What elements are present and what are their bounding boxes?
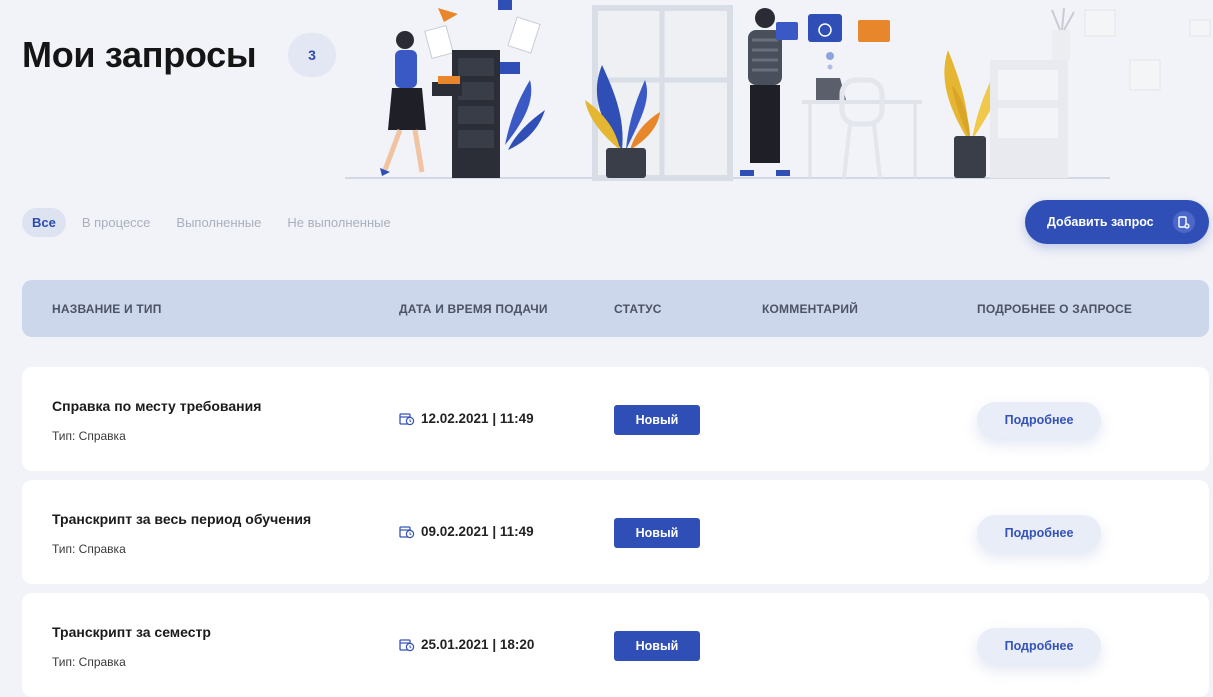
tab-completed[interactable]: Выполненные (166, 208, 271, 237)
request-datetime-text: 12.02.2021 | 11:49 (421, 411, 534, 426)
details-button[interactable]: Подробнее (977, 628, 1101, 664)
table-row: Справка по месту требования Тип: Справка… (22, 367, 1209, 471)
column-header-comment: КОММЕНТАРИЙ (762, 302, 859, 316)
request-datetime: 09.02.2021 | 11:49 (399, 524, 534, 539)
request-datetime-text: 25.01.2021 | 18:20 (421, 637, 535, 652)
calendar-clock-icon (399, 412, 415, 425)
status-badge: Новый (614, 405, 700, 435)
status-badge: Новый (614, 631, 700, 661)
request-type: Тип: Справка (52, 542, 126, 556)
request-type: Тип: Справка (52, 429, 126, 443)
request-datetime: 25.01.2021 | 18:20 (399, 637, 534, 652)
request-title: Справка по месту требования (52, 398, 262, 414)
request-title: Транскрипт за весь период обучения (52, 511, 312, 527)
request-type: Тип: Справка (52, 655, 126, 669)
tab-all[interactable]: Все (22, 208, 66, 237)
add-document-icon (1173, 211, 1195, 233)
column-header-name: НАЗВАНИЕ И ТИП (52, 302, 162, 316)
column-header-status: СТАТУС (614, 302, 662, 316)
column-header-datetime: ДАТА И ВРЕМЯ ПОДАЧИ (399, 302, 548, 316)
requests-page: Мои запросы 3 Все В процессе Выполненные… (0, 0, 1213, 697)
page-title: Мои запросы (22, 34, 257, 75)
calendar-clock-icon (399, 638, 415, 651)
request-datetime-text: 09.02.2021 | 11:49 (421, 524, 534, 539)
add-request-label: Добавить запрос (1047, 215, 1154, 229)
header-illustration (345, 0, 1211, 181)
tab-not-completed[interactable]: Не выполненные (277, 208, 400, 237)
table-header: НАЗВАНИЕ И ТИП ДАТА И ВРЕМЯ ПОДАЧИ СТАТУ… (22, 280, 1209, 337)
column-header-details: ПОДРОБНЕЕ О ЗАПРОСЕ (977, 302, 1133, 316)
request-title: Транскрипт за семестр (52, 624, 211, 640)
details-button[interactable]: Подробнее (977, 515, 1101, 551)
status-badge: Новый (614, 518, 700, 548)
details-button[interactable]: Подробнее (977, 402, 1101, 438)
table-row: Транскрипт за семестр Тип: Справка 25.01… (22, 593, 1209, 697)
tab-in-progress[interactable]: В процессе (72, 208, 161, 237)
status-filter-tabs: Все В процессе Выполненные Не выполненны… (22, 208, 401, 237)
request-datetime: 12.02.2021 | 11:49 (399, 411, 534, 426)
table-row: Транскрипт за весь период обучения Тип: … (22, 480, 1209, 584)
add-request-button[interactable]: Добавить запрос (1025, 200, 1209, 244)
calendar-clock-icon (399, 525, 415, 538)
requests-count-badge: 3 (288, 33, 336, 77)
